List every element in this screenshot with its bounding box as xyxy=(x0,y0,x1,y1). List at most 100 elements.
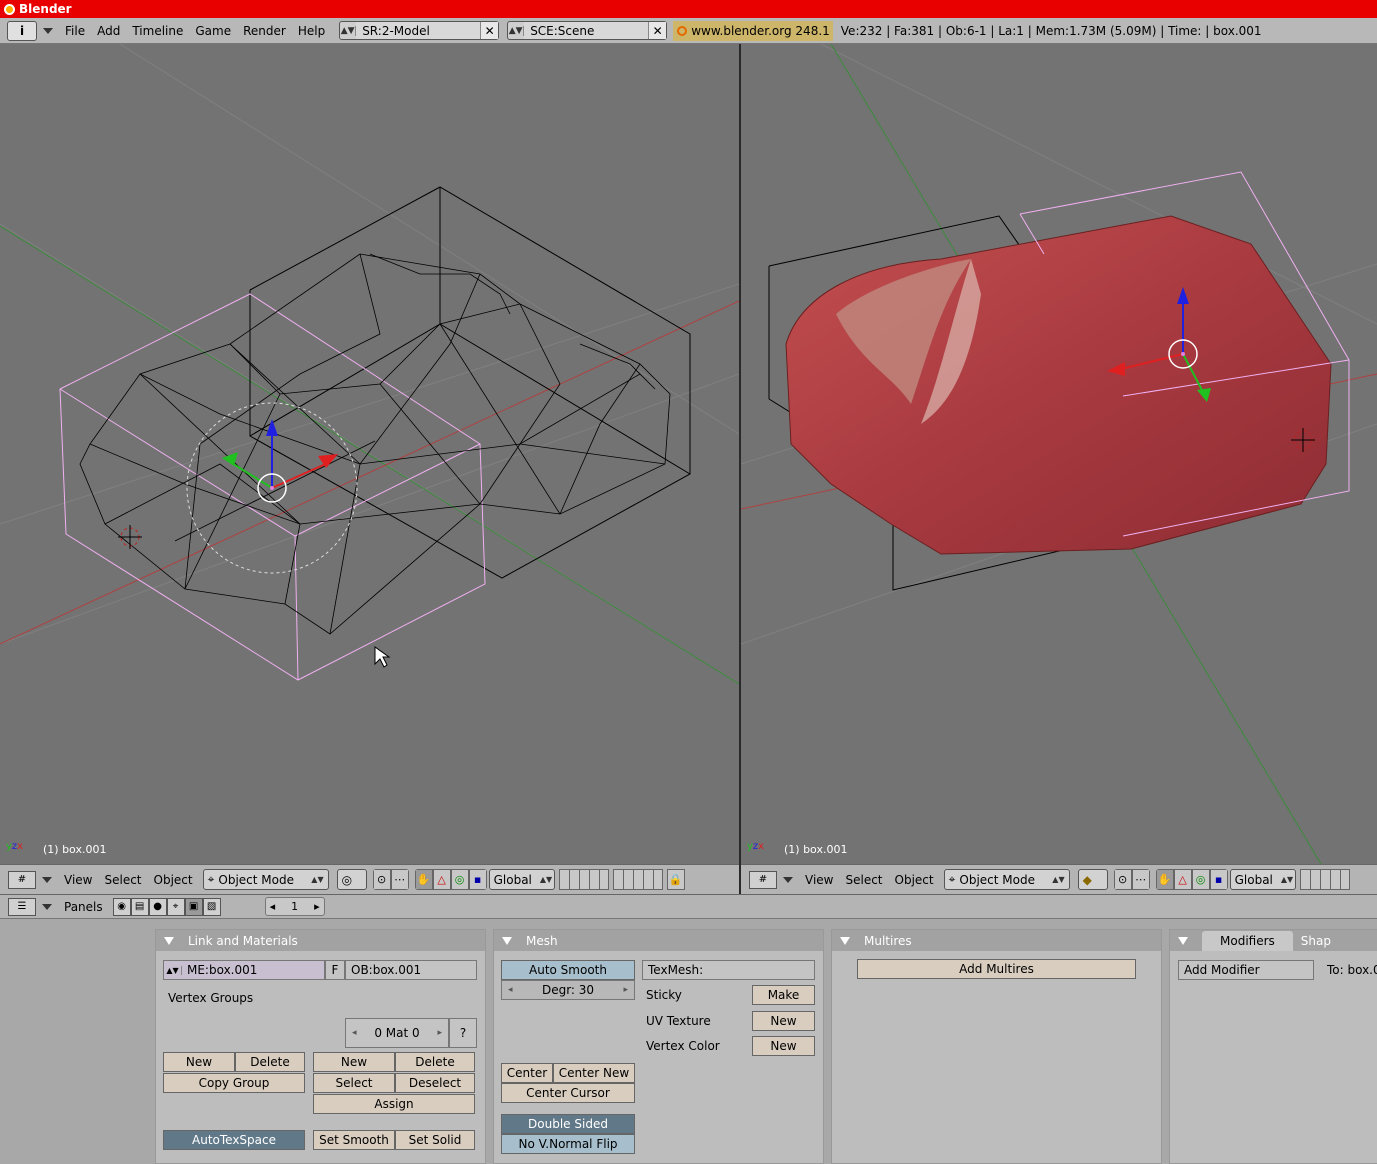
sticky-make-button[interactable]: Make xyxy=(752,985,815,1005)
assign-button[interactable]: Assign xyxy=(313,1094,475,1114)
menu-view[interactable]: View xyxy=(799,873,839,887)
blender-url-link[interactable]: www.blender.org 248.1 xyxy=(673,20,833,41)
increment-arrow-icon[interactable]: ▸ xyxy=(437,1028,442,1038)
screen-selector[interactable]: ▲▼ SR:2-Model ✕ xyxy=(339,21,500,40)
panel-collapse-icon[interactable] xyxy=(164,936,174,945)
editor-type-3dview-icon[interactable]: # xyxy=(8,870,36,889)
scene-browse-arrows-icon[interactable]: ▲▼ xyxy=(508,25,525,36)
uv-texture-new-button[interactable]: New xyxy=(752,1011,815,1031)
material-delete-button[interactable]: Delete xyxy=(395,1052,475,1072)
screen-browse-arrows-icon[interactable]: ▲▼ xyxy=(340,25,357,36)
vertex-group-delete-button[interactable]: Delete xyxy=(235,1052,305,1072)
menu-object[interactable]: Object xyxy=(148,873,199,887)
set-solid-button[interactable]: Set Solid xyxy=(395,1130,475,1150)
object-context-icon[interactable]: ⌖ xyxy=(166,897,185,916)
scene-context-icon[interactable]: ▧ xyxy=(202,897,221,916)
decrement-arrow-icon[interactable]: ◂ xyxy=(270,900,276,913)
translate-icon[interactable]: △ xyxy=(432,869,451,890)
mesh-browse-arrows-icon[interactable]: ▲▼ xyxy=(164,965,182,975)
menu-select[interactable]: Select xyxy=(98,873,147,887)
snap-icon[interactable]: ⋯ xyxy=(1131,869,1150,890)
increment-arrow-icon[interactable]: ▸ xyxy=(314,900,320,913)
shading-context-icon[interactable]: ● xyxy=(148,897,167,916)
3d-viewport-right[interactable]: yzx (1) box.001 xyxy=(741,44,1377,864)
tab-modifiers[interactable]: Modifiers xyxy=(1202,930,1293,951)
autotexspace-toggle[interactable]: AutoTexSpace xyxy=(163,1130,305,1150)
scale-icon[interactable]: ▪ xyxy=(468,869,487,890)
manipulator-hand-icon[interactable]: ✋ xyxy=(414,869,433,890)
scene-selector[interactable]: ▲▼ SCE:Scene ✕ xyxy=(507,21,668,40)
panel-header[interactable]: Link and Materials xyxy=(156,930,485,951)
menu-object[interactable]: Object xyxy=(889,873,940,887)
menu-game[interactable]: Game xyxy=(189,24,237,38)
add-modifier-menu[interactable]: Add Modifier xyxy=(1178,960,1314,980)
pivot-icon[interactable]: ⊙ xyxy=(372,869,391,890)
mode-selector[interactable]: ⌖ Object Mode ▲▼ xyxy=(943,869,1070,890)
mesh-name-field[interactable]: ▲▼ ME:box.001 xyxy=(163,960,325,980)
center-button[interactable]: Center xyxy=(501,1063,553,1083)
center-new-button[interactable]: Center New xyxy=(553,1063,635,1083)
vertex-color-new-button[interactable]: New xyxy=(752,1036,815,1056)
menu-view[interactable]: View xyxy=(58,873,98,887)
menu-select[interactable]: Select xyxy=(839,873,888,887)
material-new-button[interactable]: New xyxy=(313,1052,395,1072)
material-deselect-button[interactable]: Deselect xyxy=(395,1073,475,1093)
textured-scene[interactable] xyxy=(741,44,1377,864)
decrement-arrow-icon[interactable]: ◂ xyxy=(352,1028,357,1038)
copy-group-button[interactable]: Copy Group xyxy=(163,1073,305,1093)
add-multires-button[interactable]: Add Multires xyxy=(857,959,1136,979)
scene-name[interactable]: SCE:Scene xyxy=(524,22,649,39)
blender-url[interactable]: www.blender.org 248.1 xyxy=(691,24,830,38)
no-vnormal-flip-toggle[interactable]: No V.Normal Flip xyxy=(501,1134,635,1154)
object-name-field[interactable]: OB:box.001 xyxy=(345,960,477,980)
panel-collapse-icon[interactable] xyxy=(840,936,850,945)
tab-shapes[interactable]: Shap xyxy=(1301,934,1331,948)
layer-buttons-1-10[interactable] xyxy=(558,869,609,890)
material-index-field[interactable]: ◂ 0 Mat 0 ▸ xyxy=(345,1018,449,1048)
scene-delete-icon[interactable]: ✕ xyxy=(648,22,667,39)
menu-timeline[interactable]: Timeline xyxy=(126,24,189,38)
degree-field[interactable]: ◂ Degr: 30 ▸ xyxy=(501,980,635,1000)
editor-type-3dview-icon[interactable]: # xyxy=(749,870,777,889)
editor-type-buttons-icon[interactable]: ☰ xyxy=(8,897,36,916)
menu-panels[interactable]: Panels xyxy=(58,900,109,914)
auto-smooth-toggle[interactable]: Auto Smooth xyxy=(501,960,635,980)
collapse-menu-triangle-icon[interactable] xyxy=(42,903,52,910)
rotate-icon[interactable]: ◎ xyxy=(450,869,469,890)
frame-number-field[interactable]: ◂ 1 ▸ xyxy=(264,897,325,916)
3d-viewport-left[interactable]: yzx (1) box.001 xyxy=(0,44,739,864)
panel-collapse-icon[interactable] xyxy=(1178,936,1188,945)
draw-type-selector[interactable]: ◆ xyxy=(1077,869,1108,890)
set-smooth-button[interactable]: Set Smooth xyxy=(313,1130,395,1150)
double-sided-toggle[interactable]: Double Sided xyxy=(501,1114,635,1134)
panel-header[interactable]: Multires xyxy=(832,930,1161,951)
window-type-info-icon[interactable]: i xyxy=(7,20,37,41)
menu-file[interactable]: File xyxy=(59,24,91,38)
menu-render[interactable]: Render xyxy=(237,24,292,38)
transform-gizmo[interactable] xyxy=(222,419,338,503)
decrement-arrow-icon[interactable]: ◂ xyxy=(508,985,513,995)
lock-icon[interactable]: 🔒 xyxy=(666,869,685,890)
material-select-button[interactable]: Select xyxy=(313,1073,395,1093)
collapse-menu-triangle-icon[interactable] xyxy=(783,876,793,883)
increment-arrow-icon[interactable]: ▸ xyxy=(623,985,628,995)
manipulator-hand-icon[interactable]: ✋ xyxy=(1155,869,1174,890)
collapse-menu-triangle-icon[interactable] xyxy=(43,27,53,34)
menu-help[interactable]: Help xyxy=(292,24,331,38)
center-cursor-button[interactable]: Center Cursor xyxy=(501,1083,635,1103)
menu-add[interactable]: Add xyxy=(91,24,126,38)
scale-icon[interactable]: ▪ xyxy=(1209,869,1228,890)
texmesh-field[interactable]: TexMesh: xyxy=(642,960,815,980)
layer-buttons-1-10[interactable] xyxy=(1299,869,1350,890)
fake-user-button[interactable]: F xyxy=(325,960,345,980)
panel-header[interactable]: Mesh xyxy=(494,930,823,951)
vertex-group-new-button[interactable]: New xyxy=(163,1052,235,1072)
snap-icon[interactable]: ⋯ xyxy=(390,869,409,890)
wireframe-scene[interactable] xyxy=(0,44,739,864)
logic-context-icon[interactable]: ◉ xyxy=(112,897,131,916)
orientation-selector[interactable]: Global ▲▼ xyxy=(1229,869,1296,890)
screen-name[interactable]: SR:2-Model xyxy=(356,22,481,39)
script-context-icon[interactable]: ▤ xyxy=(130,897,149,916)
orientation-selector[interactable]: Global ▲▼ xyxy=(488,869,555,890)
help-button[interactable]: ? xyxy=(449,1018,477,1048)
